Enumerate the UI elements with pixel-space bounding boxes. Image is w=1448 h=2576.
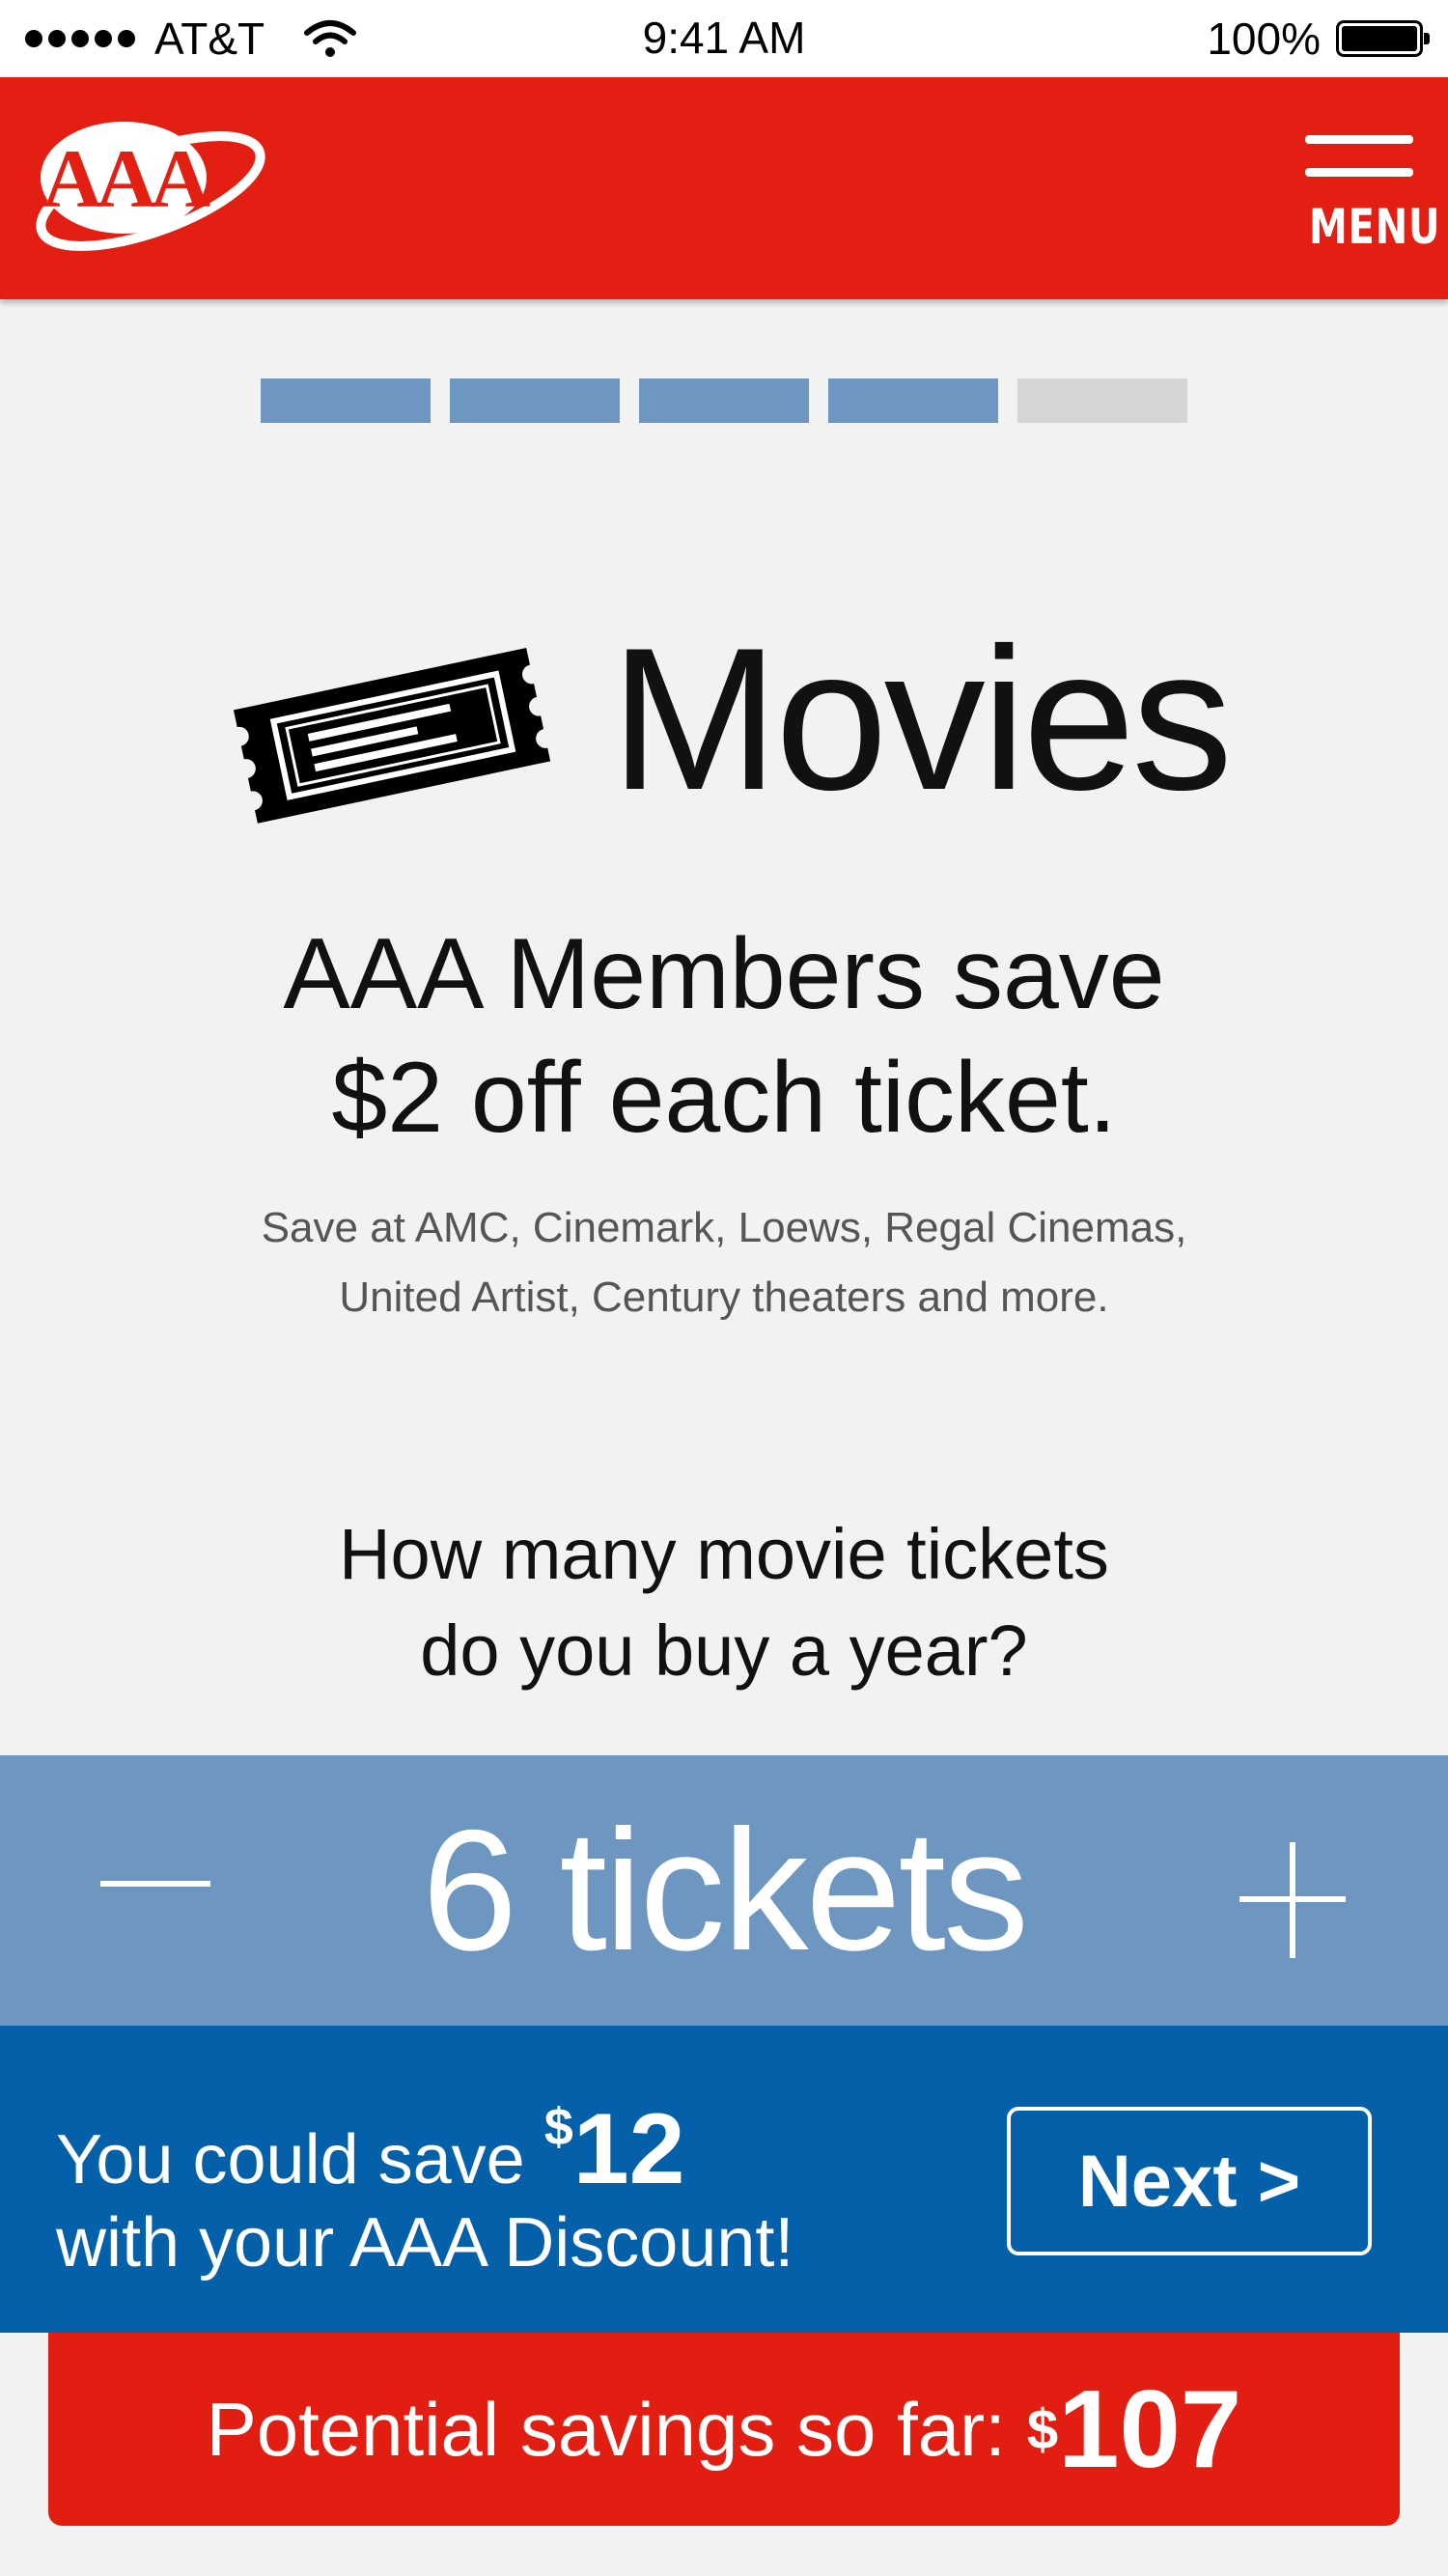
ticket-count: 6 tickets <box>422 1794 1029 1986</box>
progress-step <box>1017 378 1187 423</box>
offer-headline-line1: AAA Members save <box>283 918 1165 1030</box>
potential-savings-label: Potential savings so far: <box>206 2386 1006 2472</box>
potential-savings-banner: Potential savings so far: $ 107 <box>48 2333 1400 2526</box>
menu-button[interactable]: MENU <box>1297 131 1441 257</box>
potential-savings-amount: 107 <box>1058 2367 1242 2491</box>
offer-headline-line2: $2 off each ticket. <box>331 1042 1117 1154</box>
ticket-question: How many movie tickets do you buy a year… <box>0 1506 1448 1699</box>
aaa-logo[interactable]: AAA <box>27 112 283 266</box>
menu-label: MENU <box>1309 199 1441 255</box>
logo-text: AAA <box>42 132 210 225</box>
progress-step <box>828 378 998 423</box>
savings-line1: You could save $12 <box>56 2093 685 2205</box>
question-line1: How many movie tickets <box>339 1514 1109 1594</box>
offer-subtext-line1: Save at AMC, Cinemark, Loews, Regal Cine… <box>261 1204 1187 1251</box>
savings-message: You could save $12 with your AAA Discoun… <box>56 2086 794 2284</box>
battery-percent: 100% <box>1207 14 1321 64</box>
category-title: Movies <box>610 605 1233 832</box>
savings-currency: $ <box>543 2098 573 2156</box>
question-line2: do you buy a year? <box>420 1610 1028 1691</box>
increment-button[interactable] <box>1239 1842 1346 1958</box>
potential-savings-currency: $ <box>1026 2397 1059 2461</box>
status-bar: AT&T 9:41 AM 100% <box>0 0 1448 77</box>
ticket-icon <box>233 647 551 824</box>
app-header: AAA MENU <box>0 77 1448 299</box>
progress-step <box>450 378 620 423</box>
status-right: 100% <box>1207 14 1430 64</box>
next-button[interactable]: Next > <box>1007 2107 1372 2255</box>
savings-amount: 12 <box>572 2093 685 2205</box>
offer-subtext: Save at AMC, Cinemark, Loews, Regal Cine… <box>0 1193 1448 1332</box>
category-heading: Movies <box>222 599 1233 840</box>
offer-subtext-line2: United Artist, Century theaters and more… <box>339 1274 1109 1321</box>
progress-indicator <box>261 378 1187 423</box>
progress-step <box>261 378 431 423</box>
savings-line2: with your AAA Discount! <box>56 2204 794 2282</box>
battery-icon <box>1336 20 1430 57</box>
progress-step <box>639 378 809 423</box>
offer-headline: AAA Members save $2 off each ticket. <box>0 912 1448 1160</box>
